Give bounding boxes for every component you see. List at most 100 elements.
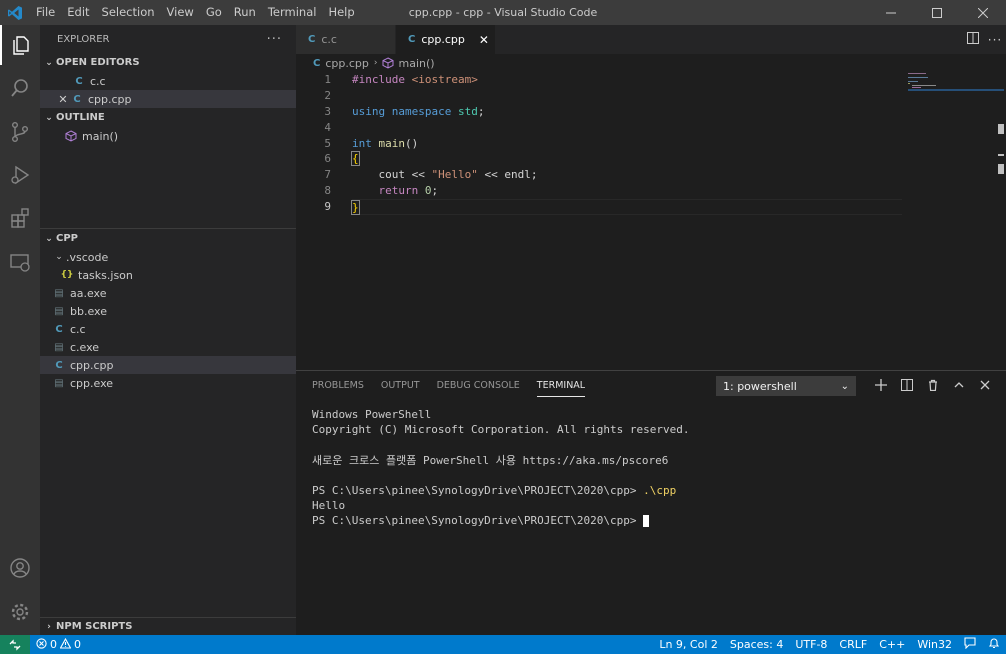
encoding-status[interactable]: UTF-8 bbox=[789, 638, 833, 651]
menu-terminal[interactable]: Terminal bbox=[262, 0, 323, 25]
code-line[interactable] bbox=[352, 120, 902, 136]
tree-item-tasks-json[interactable]: {} tasks.json bbox=[40, 266, 296, 284]
outline-header[interactable]: ⌄ OUTLINE bbox=[40, 108, 296, 127]
remote-indicator-icon[interactable] bbox=[0, 635, 30, 654]
close-panel-icon[interactable] bbox=[972, 379, 998, 394]
tab-debug-console[interactable]: DEBUG CONSOLE bbox=[437, 371, 520, 401]
open-editors-header[interactable]: ⌄ OPEN EDITORS bbox=[40, 53, 296, 72]
exe-file-icon: ▤ bbox=[54, 341, 64, 353]
open-editor-item-cpp[interactable]: ✕ C cpp.cpp bbox=[40, 90, 296, 108]
status-bar: 0 0 Ln 9, Col 2 Spaces: 4 UTF-8 CRLF C++… bbox=[0, 635, 1006, 654]
code-line[interactable]: return 0; bbox=[352, 183, 902, 199]
terminal-prompt: PS C:\Users\pinee\SynologyDrive\PROJECT\… bbox=[312, 514, 644, 528]
terminal-output[interactable]: Windows PowerShell Copyright (C) Microso… bbox=[312, 407, 690, 529]
chevron-right-icon: › bbox=[373, 58, 378, 68]
menu-selection[interactable]: Selection bbox=[96, 0, 161, 25]
minimap[interactable] bbox=[908, 72, 1004, 92]
menu-view[interactable]: View bbox=[161, 0, 200, 25]
editor-actions: ··· bbox=[962, 25, 1006, 54]
breadcrumb-file[interactable]: cpp.cpp bbox=[325, 57, 369, 70]
outline-item-main[interactable]: main() bbox=[40, 127, 296, 145]
new-terminal-icon[interactable] bbox=[868, 378, 894, 394]
chevron-up-icon[interactable] bbox=[946, 379, 972, 394]
cpp-file-icon: C bbox=[73, 93, 81, 105]
line-number: 9 bbox=[324, 200, 331, 214]
line-number: 6 bbox=[324, 152, 331, 166]
warning-icon bbox=[59, 637, 72, 652]
extensions-icon[interactable] bbox=[0, 198, 40, 238]
code-line[interactable]: int main() bbox=[352, 136, 902, 152]
code-editor[interactable]: 1 2 3 4 5 6 7 8 9 #include <iostream> us… bbox=[296, 72, 1006, 370]
tree-item-bb-exe[interactable]: ▤ bb.exe bbox=[40, 302, 296, 320]
code-line[interactable]: #include <iostream> bbox=[352, 72, 902, 88]
more-actions-icon[interactable]: ··· bbox=[984, 33, 1006, 47]
npm-scripts-header[interactable]: › NPM SCRIPTS bbox=[40, 617, 296, 635]
indentation-status[interactable]: Spaces: 4 bbox=[724, 638, 789, 651]
menu-file[interactable]: File bbox=[30, 0, 61, 25]
terminal-prompt-line: PS C:\Users\pinee\SynologyDrive\PROJECT\… bbox=[312, 513, 690, 528]
tree-item-c-exe[interactable]: ▤ c.exe bbox=[40, 338, 296, 356]
platform-status[interactable]: Win32 bbox=[911, 638, 958, 651]
tree-item-cpp-exe[interactable]: ▤ cpp.exe bbox=[40, 374, 296, 392]
folder-header-cpp[interactable]: ⌄ CPP bbox=[40, 229, 296, 248]
eol-status[interactable]: CRLF bbox=[833, 638, 873, 651]
terminal-line: 새로운 크로스 플랫폼 PowerShell 사용 https://aka.ms… bbox=[312, 453, 669, 467]
code-line[interactable]: using namespace std; bbox=[352, 104, 902, 120]
menu-run[interactable]: Run bbox=[228, 0, 262, 25]
explorer-icon[interactable] bbox=[0, 25, 40, 65]
title-bar: File Edit Selection View Go Run Terminal… bbox=[0, 0, 1006, 25]
tab-c-c[interactable]: C c.c bbox=[296, 25, 396, 54]
tab-output[interactable]: OUTPUT bbox=[381, 371, 420, 401]
remote-explorer-icon[interactable] bbox=[0, 242, 40, 282]
code-line[interactable]: { bbox=[351, 151, 902, 167]
more-actions-icon[interactable]: ··· bbox=[267, 32, 282, 47]
feedback-icon[interactable] bbox=[958, 637, 982, 652]
code-line[interactable] bbox=[352, 88, 902, 104]
tree-item-aa-exe[interactable]: ▤ aa.exe bbox=[40, 284, 296, 302]
breadcrumb-symbol[interactable]: main() bbox=[398, 57, 434, 70]
close-editor-icon[interactable]: ✕ bbox=[56, 93, 70, 106]
terminal-select-dropdown[interactable]: 1: powershell ⌄ bbox=[716, 376, 856, 396]
tree-item-vscode[interactable]: ⌄ .vscode bbox=[40, 248, 296, 266]
source-control-icon[interactable] bbox=[0, 112, 40, 152]
cursor-position[interactable]: Ln 9, Col 2 bbox=[653, 638, 724, 651]
run-debug-icon[interactable] bbox=[0, 155, 40, 195]
notifications-bell-icon[interactable] bbox=[982, 637, 1006, 652]
language-mode[interactable]: C++ bbox=[873, 638, 911, 651]
split-editor-icon[interactable] bbox=[962, 32, 984, 47]
breadcrumb: C cpp.cpp › main() bbox=[296, 54, 1006, 72]
open-editor-item-c[interactable]: C c.c bbox=[40, 72, 296, 90]
search-icon[interactable] bbox=[0, 68, 40, 108]
cpp-file-icon: C bbox=[408, 34, 416, 45]
panel-actions: 1: powershell ⌄ bbox=[716, 375, 998, 397]
code-lines[interactable]: #include <iostream> using namespace std;… bbox=[351, 72, 902, 216]
tab-cpp-cpp[interactable]: C cpp.cpp ✕ bbox=[396, 25, 496, 54]
code-line[interactable]: } bbox=[351, 199, 902, 216]
line-number: 7 bbox=[324, 168, 331, 182]
split-terminal-icon[interactable] bbox=[894, 378, 920, 394]
menu-bar: File Edit Selection View Go Run Terminal… bbox=[30, 0, 361, 25]
code-line[interactable]: cout << "Hello" << endl; bbox=[352, 167, 902, 183]
window-controls bbox=[868, 0, 1006, 25]
c-file-icon: C bbox=[308, 34, 316, 45]
line-number: 3 bbox=[324, 104, 331, 118]
menu-help[interactable]: Help bbox=[322, 0, 360, 25]
problems-status[interactable]: 0 0 bbox=[30, 637, 87, 652]
vscode-logo-icon bbox=[0, 0, 30, 25]
chevron-down-icon: ⌄ bbox=[55, 252, 63, 262]
menu-go[interactable]: Go bbox=[200, 0, 228, 25]
maximize-button[interactable] bbox=[914, 0, 960, 25]
close-window-button[interactable] bbox=[960, 0, 1006, 25]
menu-edit[interactable]: Edit bbox=[61, 0, 95, 25]
tab-problems[interactable]: PROBLEMS bbox=[312, 371, 364, 401]
trash-icon[interactable] bbox=[920, 379, 946, 394]
close-tab-icon[interactable]: ✕ bbox=[479, 33, 489, 47]
settings-gear-icon[interactable] bbox=[0, 592, 40, 632]
account-icon[interactable] bbox=[0, 548, 40, 588]
tree-item-c-c[interactable]: C c.c bbox=[40, 320, 296, 338]
tab-terminal[interactable]: TERMINAL bbox=[536, 371, 586, 401]
minimize-button[interactable] bbox=[868, 0, 914, 25]
tree-item-cpp-cpp[interactable]: C cpp.cpp bbox=[40, 356, 296, 374]
activity-bar bbox=[0, 25, 40, 635]
